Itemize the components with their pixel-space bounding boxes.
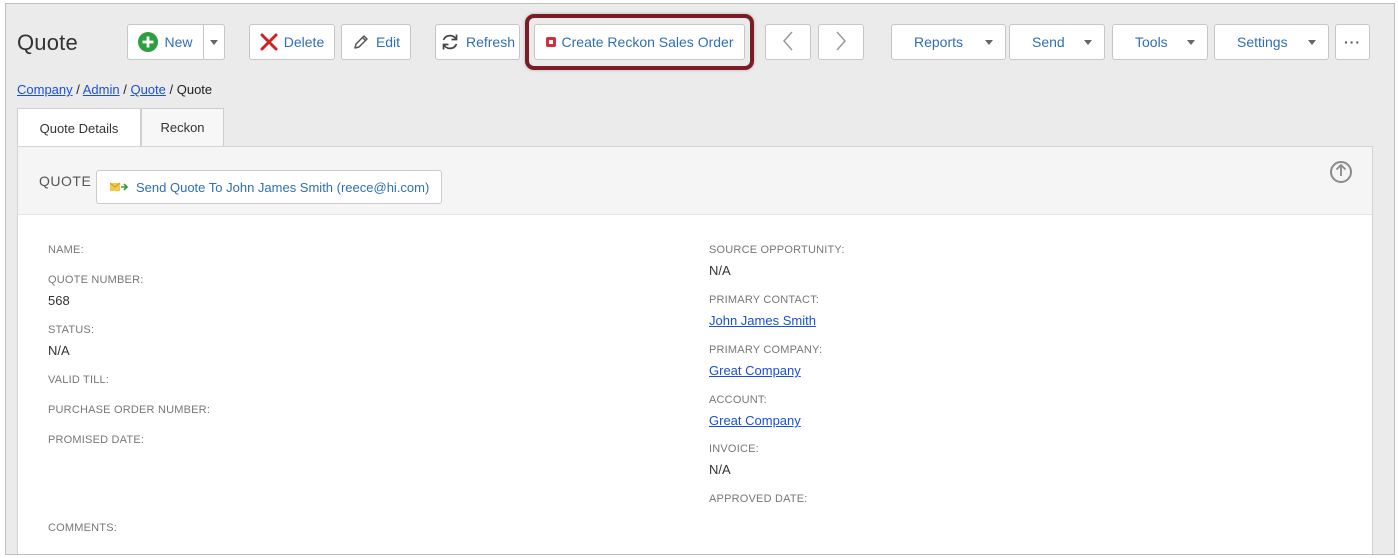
delete-button-label: Delete	[283, 34, 325, 50]
comments-label: COMMENTS:	[48, 522, 118, 534]
highlight-annotation	[525, 14, 754, 70]
primary-company-value: Great Company	[709, 363, 801, 378]
breadcrumb-quote-link[interactable]: Quote	[130, 82, 165, 97]
reports-dropdown[interactable]: Reports	[891, 24, 1006, 60]
arrow-up-icon	[1335, 163, 1347, 182]
send-dropdown[interactable]: Send	[1009, 24, 1105, 60]
caret-down-icon	[1084, 39, 1092, 45]
previous-button[interactable]	[765, 24, 811, 60]
breadcrumb: Company / Admin / Quote / Quote	[17, 82, 212, 97]
quote-panel: QUOTE Send Quote To John James Smith (re…	[17, 146, 1373, 554]
primary-contact-link[interactable]: John James Smith	[709, 313, 816, 328]
send-label: Send	[1032, 34, 1065, 50]
refresh-button[interactable]: Refresh	[435, 24, 520, 60]
quote-number-label: QUOTE NUMBER:	[48, 274, 144, 286]
tools-dropdown[interactable]: Tools	[1112, 24, 1208, 60]
tab-quote-details[interactable]: Quote Details	[17, 108, 141, 147]
settings-label: Settings	[1237, 34, 1288, 50]
collapse-button[interactable]	[1330, 161, 1352, 183]
settings-dropdown[interactable]: Settings	[1214, 24, 1329, 60]
caret-down-icon	[1187, 39, 1195, 45]
tools-label: Tools	[1135, 34, 1168, 50]
tab-reckon[interactable]: Reckon	[141, 108, 224, 146]
breadcrumb-current: Quote	[176, 82, 213, 97]
send-quote-button[interactable]: Send Quote To John James Smith (reece@hi…	[96, 170, 442, 204]
page-title: Quote	[17, 30, 78, 55]
new-dropdown-button[interactable]	[203, 24, 225, 60]
caret-down-icon	[1308, 39, 1316, 45]
quote-number-value: 568	[48, 293, 70, 308]
breadcrumb-admin-link[interactable]: Admin	[83, 82, 120, 97]
reports-label: Reports	[914, 34, 964, 50]
edit-button[interactable]: Edit	[341, 24, 411, 60]
tab-label: Quote Details	[39, 120, 119, 136]
valid-till-label: VALID TILL:	[48, 374, 110, 386]
primary-contact-value: John James Smith	[709, 313, 816, 328]
new-button-label: New	[164, 34, 193, 50]
refresh-button-label: Refresh	[465, 34, 516, 50]
app-window: Quote New Delete Edit Refresh Create Rec…	[5, 3, 1395, 555]
next-button[interactable]	[818, 24, 864, 60]
invoice-value: N/A	[709, 462, 731, 477]
promised-date-label: PROMISED DATE:	[48, 434, 145, 446]
source-opportunity-label: SOURCE OPPORTUNITY:	[709, 244, 845, 256]
account-link[interactable]: Great Company	[709, 413, 801, 428]
refresh-icon	[440, 32, 460, 52]
source-opportunity-value: N/A	[709, 263, 731, 278]
breadcrumb-separator: /	[165, 82, 177, 97]
invoice-label: INVOICE:	[709, 443, 759, 455]
panel-title: QUOTE	[39, 173, 92, 189]
status-value: N/A	[48, 343, 70, 358]
edit-button-label: Edit	[375, 34, 401, 50]
chevron-right-icon	[834, 30, 848, 55]
more-icon: ···	[1344, 34, 1361, 50]
close-icon	[260, 33, 278, 51]
caret-down-icon	[210, 39, 218, 45]
account-label: ACCOUNT:	[709, 394, 767, 406]
purchase-order-number-label: PURCHASE ORDER NUMBER:	[48, 404, 211, 416]
caret-down-icon	[985, 39, 993, 45]
send-mail-icon	[110, 182, 128, 192]
primary-company-label: PRIMARY COMPANY:	[709, 344, 823, 356]
account-value: Great Company	[709, 413, 801, 428]
panel-header: QUOTE Send Quote To John James Smith (re…	[18, 147, 1372, 215]
breadcrumb-separator: /	[72, 82, 83, 97]
new-button[interactable]: New	[127, 24, 204, 60]
status-label: STATUS:	[48, 324, 95, 336]
pencil-icon	[352, 33, 370, 51]
approved-date-label: APPROVED DATE:	[709, 493, 808, 505]
breadcrumb-separator: /	[119, 82, 131, 97]
name-label: NAME:	[48, 244, 84, 256]
breadcrumb-company-link[interactable]: Company	[17, 82, 73, 97]
delete-button[interactable]: Delete	[249, 24, 335, 60]
send-quote-label: Send Quote To John James Smith (reece@hi…	[136, 179, 430, 195]
primary-contact-label: PRIMARY CONTACT:	[709, 294, 820, 306]
chevron-left-icon	[781, 30, 795, 55]
plus-circle-icon	[138, 32, 159, 52]
primary-company-link[interactable]: Great Company	[709, 363, 801, 378]
more-options-button[interactable]: ···	[1335, 24, 1370, 60]
tab-label: Reckon	[160, 120, 205, 135]
